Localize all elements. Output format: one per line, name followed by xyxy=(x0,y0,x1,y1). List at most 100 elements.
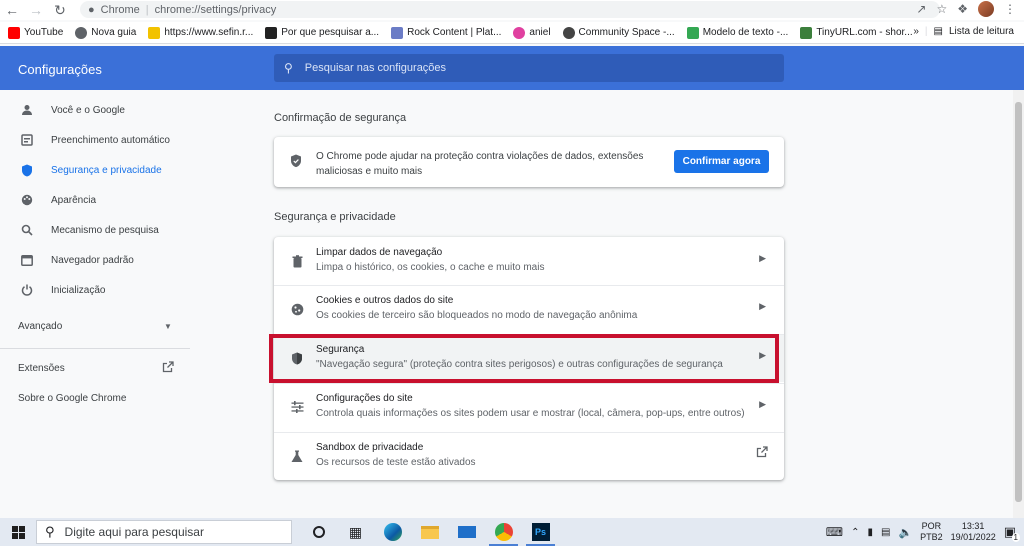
bookmarks-divider: | xyxy=(924,26,928,37)
clock-date: 19/01/2022 xyxy=(950,532,996,542)
confirm-now-button[interactable]: Confirmar agora xyxy=(674,150,769,173)
start-button[interactable] xyxy=(0,518,36,546)
bookmark-modelo[interactable]: Modelo de texto -... xyxy=(686,26,788,39)
cortana-button[interactable] xyxy=(300,518,337,546)
profile-avatar[interactable] xyxy=(978,1,994,17)
back-icon[interactable]: ← xyxy=(0,0,24,20)
site-icon xyxy=(265,26,278,39)
bookmark-aniel[interactable]: aniel xyxy=(513,26,551,39)
open-in-new-icon xyxy=(162,361,174,376)
shield-icon xyxy=(290,351,304,365)
bookmark-por-que[interactable]: Por que pesquisar a... xyxy=(265,26,379,39)
app-name: Chrome xyxy=(100,3,140,16)
bookmark-youtube[interactable]: YouTube xyxy=(8,26,63,39)
reading-list-icon: ▤ xyxy=(933,26,943,37)
bookmark-nova-guia[interactable]: Nova guia xyxy=(75,26,136,39)
share-icon[interactable]: ↗ xyxy=(916,2,926,16)
row-divider xyxy=(274,285,784,286)
chrome-icon: ● xyxy=(88,3,95,16)
sidebar-item-navegador-padrao[interactable]: Navegador padrão xyxy=(0,247,190,273)
row-title: Cookies e outros dados do site xyxy=(316,295,454,306)
forward-icon[interactable]: → xyxy=(24,0,48,20)
rock-content-icon xyxy=(391,26,404,39)
extensions-icon[interactable]: ❖ xyxy=(957,2,968,16)
chevron-right-icon: ▶ xyxy=(759,399,766,409)
sidebar-item-voce-e-o-google[interactable]: Você e o Google xyxy=(0,97,190,123)
mail-icon xyxy=(457,526,476,538)
bookmarks-bar: YouTube Nova guia https://www.sefin.r...… xyxy=(0,22,1024,44)
photoshop-button[interactable]: Ps xyxy=(522,518,559,546)
search-placeholder: Pesquisar nas configurações xyxy=(304,62,447,74)
sidebar-item-inicializacao[interactable]: Inicialização xyxy=(0,277,190,303)
settings-search-input[interactable]: ⚲ Pesquisar nas configurações xyxy=(274,54,784,82)
row-description: Limpa o histórico, os cookies, o cache e… xyxy=(316,262,545,273)
person-icon xyxy=(20,103,34,117)
browser-toolbar: ← → ↻ ● Chrome | chrome://settings/priva… xyxy=(0,0,1024,20)
language-indicator[interactable]: POR PTB2 xyxy=(920,521,943,543)
row-description: Os recursos de teste estão ativados xyxy=(316,457,476,468)
volume-icon[interactable]: 🔈 xyxy=(898,526,912,539)
toolbar-actions: ↗ ☆ ❖ ⋮ xyxy=(916,1,1016,17)
page-title: Configurações xyxy=(18,62,102,77)
clock[interactable]: 13:31 19/01/2022 xyxy=(951,521,996,543)
reading-list-button[interactable]: Lista de leitura xyxy=(949,26,1014,37)
chrome-button[interactable] xyxy=(485,518,522,546)
notification-button[interactable]: ▣ 1 xyxy=(1004,524,1020,542)
file-explorer-button[interactable] xyxy=(411,518,448,546)
sidebar-item-mecanismo-pesquisa[interactable]: Mecanismo de pesquisa xyxy=(0,217,190,243)
battery-icon[interactable]: ▮ xyxy=(867,527,873,538)
chevron-right-icon: ▶ xyxy=(759,253,766,263)
bookmarks-more-button[interactable]: » xyxy=(913,26,919,37)
globe-icon xyxy=(75,26,88,39)
bookmark-rock-content[interactable]: Rock Content | Plat... xyxy=(391,26,501,39)
keyboard-icon[interactable]: ⌨ xyxy=(826,525,843,539)
mail-button[interactable] xyxy=(448,518,485,546)
row-divider xyxy=(274,432,784,433)
privacy-heading: Segurança e privacidade xyxy=(274,211,396,223)
cortana-icon xyxy=(312,526,325,538)
palette-icon xyxy=(20,193,34,207)
open-in-new-icon xyxy=(756,446,768,461)
address-bar[interactable]: ● Chrome | chrome://settings/privacy xyxy=(80,1,940,18)
sidebar-item-preenchimento[interactable]: Preenchimento automático xyxy=(0,127,190,153)
sidebar-item-aparencia[interactable]: Aparência xyxy=(0,187,190,213)
sidebar-item-sobre[interactable]: Sobre o Google Chrome xyxy=(0,385,190,411)
network-icon[interactable]: ▤ xyxy=(881,527,890,538)
trash-icon xyxy=(290,254,304,268)
windows-taskbar: ⚲ Digite aqui para pesquisar ▦ Ps ⌨ ⌃ ▮ … xyxy=(0,518,1024,546)
safety-check-heading: Confirmação de segurança xyxy=(274,112,407,124)
bookmark-tinyurl[interactable]: TinyURL.com - shor... xyxy=(800,26,913,39)
settings-sidebar: Você e o Google Preenchimento automático… xyxy=(0,90,190,518)
task-view-icon: ▦ xyxy=(348,523,363,540)
chevron-right-icon: ▶ xyxy=(759,350,766,360)
star-icon[interactable]: ☆ xyxy=(936,2,947,16)
chevron-up-icon[interactable]: ⌃ xyxy=(851,527,859,538)
sidebar-item-extensoes[interactable]: Extensões xyxy=(0,355,190,381)
task-view-button[interactable]: ▦ xyxy=(337,518,374,546)
row-cookies[interactable]: Cookies e outros dados do site Os cookie… xyxy=(274,285,784,333)
bookmark-sefin[interactable]: https://www.sefin.r... xyxy=(148,26,253,39)
scrollbar-thumb[interactable] xyxy=(1015,102,1022,502)
row-title: Segurança xyxy=(316,344,365,355)
taskbar-search-input[interactable]: ⚲ Digite aqui para pesquisar xyxy=(36,520,292,544)
sidebar-item-avancado[interactable]: Avançado ▼ xyxy=(0,313,190,339)
row-description: Controla quais informações os sites pode… xyxy=(316,408,745,419)
clock-time: 13:31 xyxy=(961,521,985,531)
tinyurl-icon xyxy=(800,26,813,39)
row-privacy-sandbox[interactable]: Sandbox de privacidade Os recursos de te… xyxy=(274,432,784,480)
row-security[interactable]: Segurança "Navegação segura" (proteção c… xyxy=(274,334,784,382)
sidebar-item-seguranca-privacidade[interactable]: Segurança e privacidade xyxy=(0,157,190,183)
shield-icon xyxy=(20,163,34,177)
bookmark-community[interactable]: Community Space -... xyxy=(562,26,675,39)
page-scrollbar[interactable] xyxy=(1013,90,1024,518)
edge-button[interactable] xyxy=(374,518,411,546)
menu-icon[interactable]: ⋮ xyxy=(1004,2,1016,16)
reload-icon[interactable]: ↻ xyxy=(48,0,72,20)
row-clear-browsing-data[interactable]: Limpar dados de navegação Limpa o histór… xyxy=(274,237,784,285)
shield-icon xyxy=(290,154,302,171)
drive-icon xyxy=(686,26,699,39)
row-divider xyxy=(274,334,784,335)
row-site-settings[interactable]: Configurações do site Controla quais inf… xyxy=(274,383,784,431)
search-icon: ⚲ xyxy=(45,524,55,539)
sidebar-divider xyxy=(0,348,190,349)
